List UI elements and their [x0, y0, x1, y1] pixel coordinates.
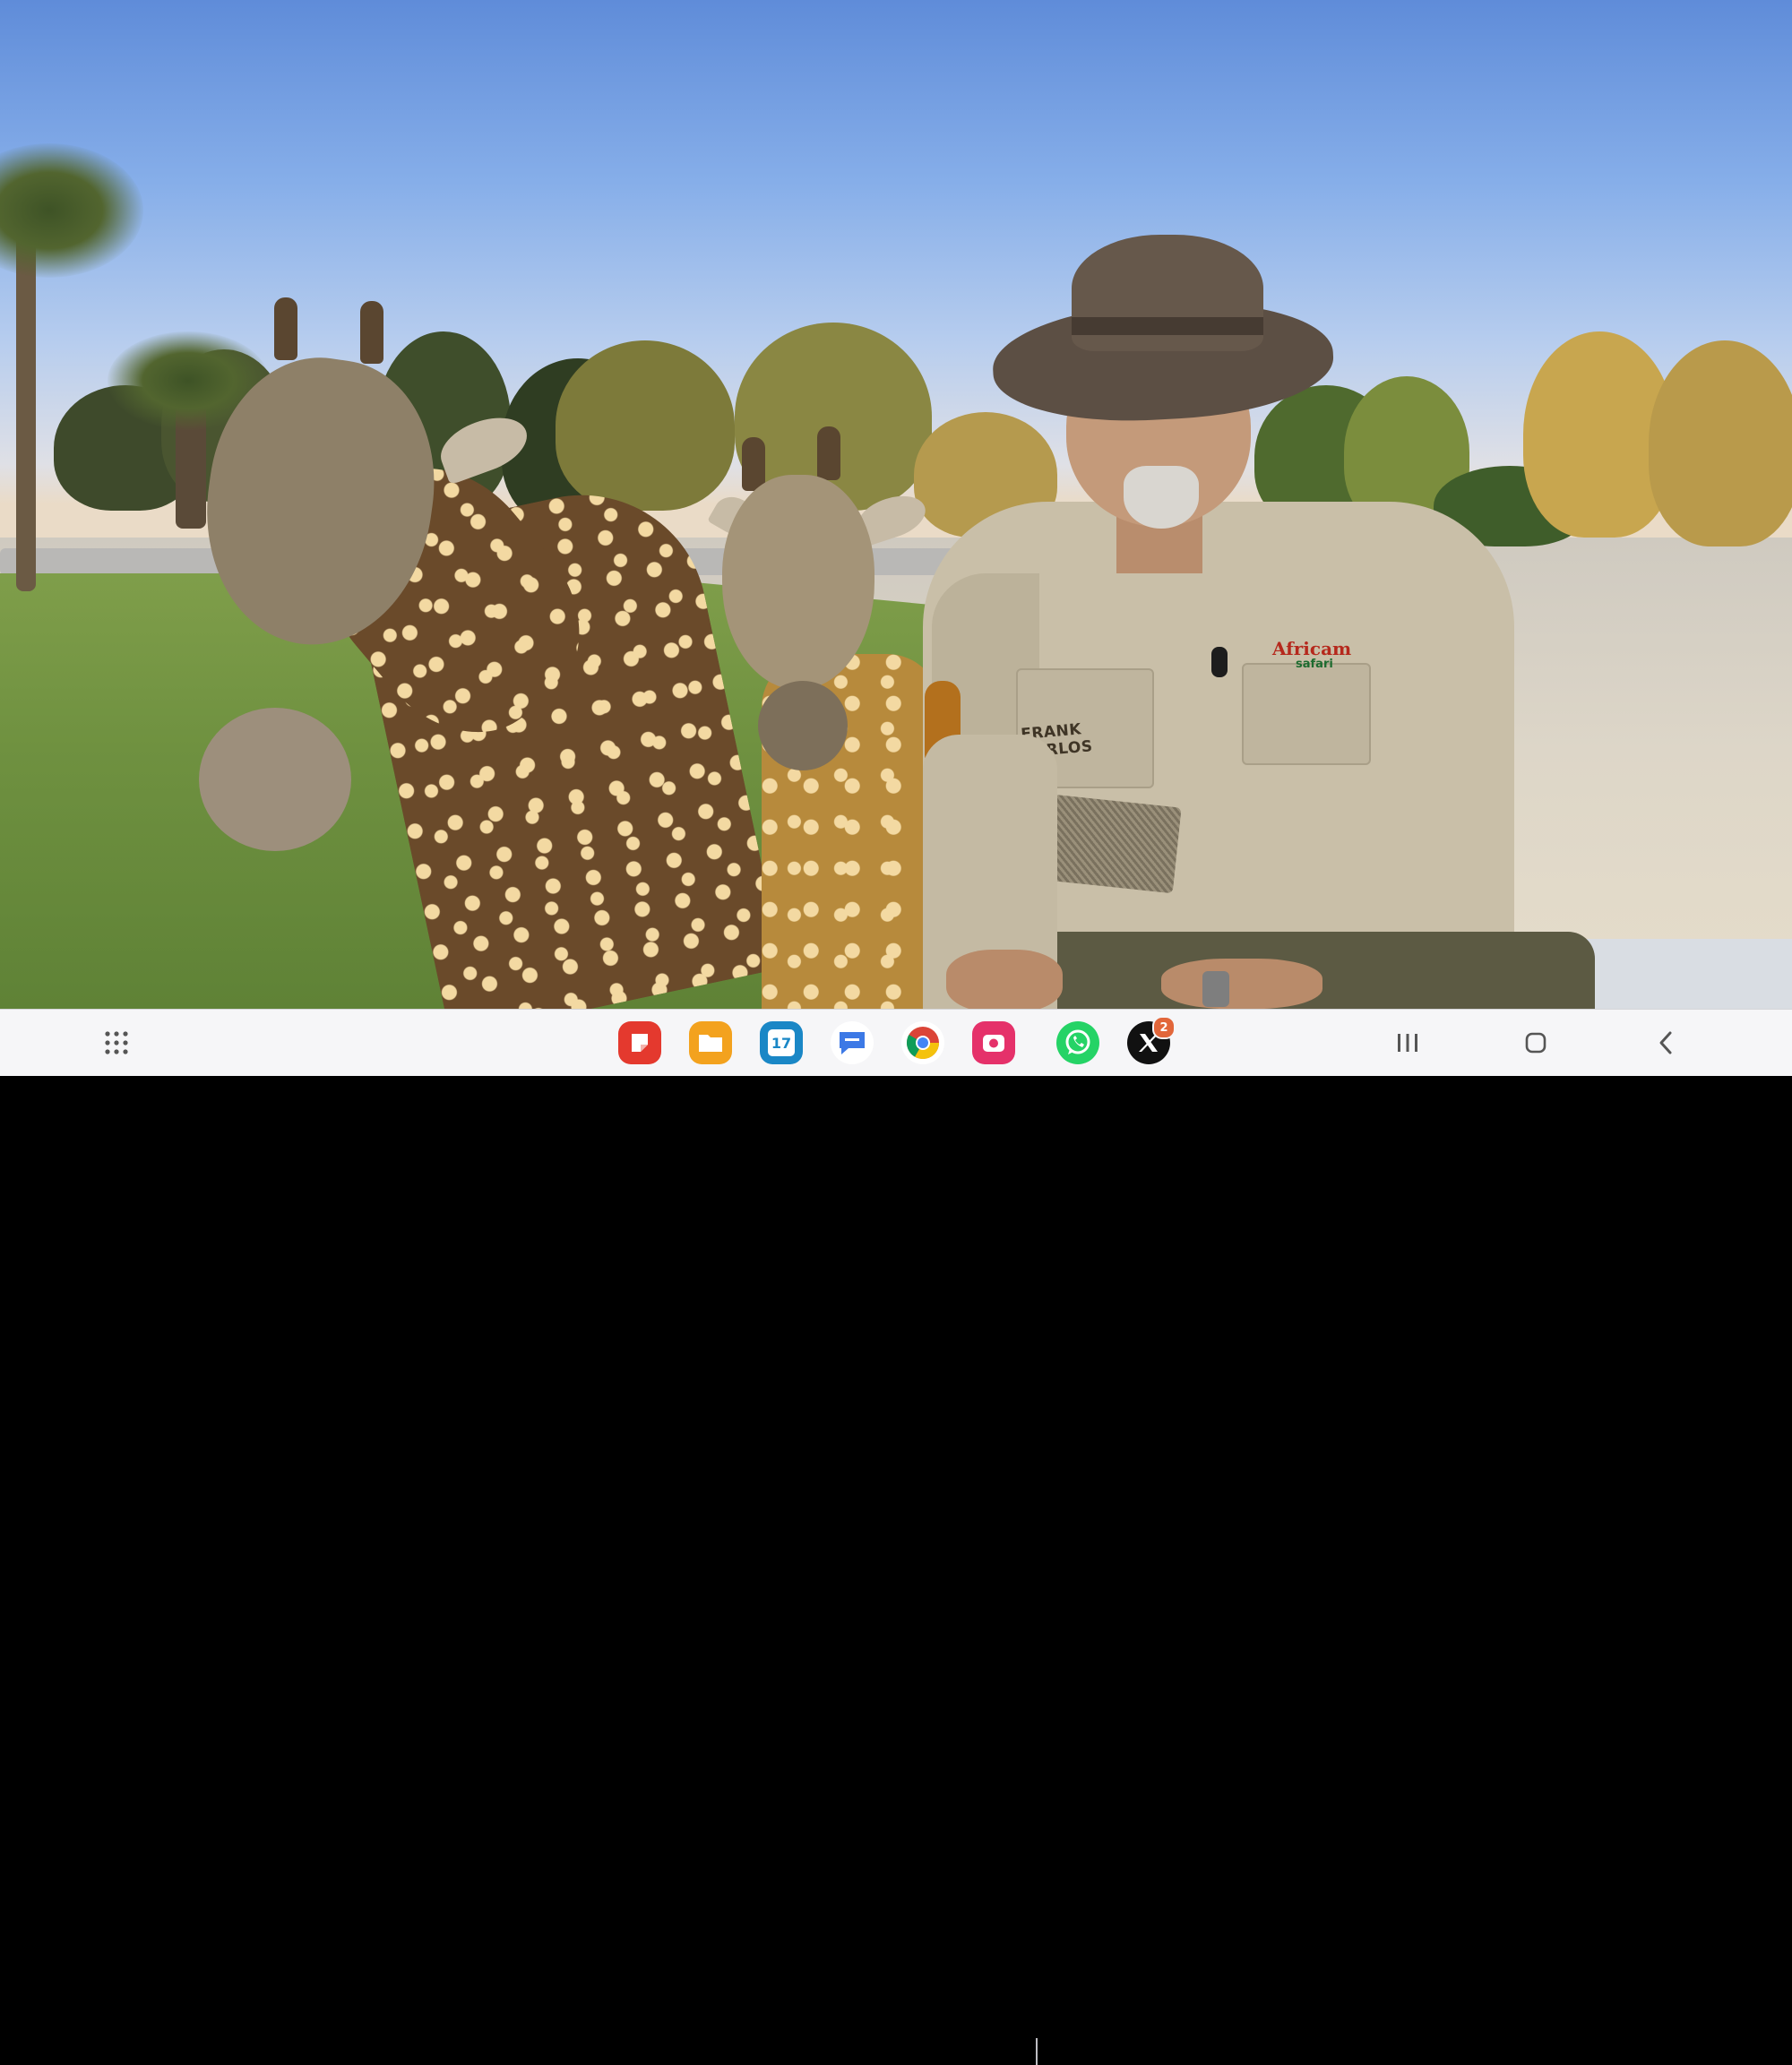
notes-app-button[interactable]	[617, 1020, 662, 1065]
palm-tree-trunk	[16, 233, 36, 591]
x-icon: 2	[1127, 1016, 1176, 1064]
files-app-button[interactable]	[688, 1020, 733, 1065]
right-hand	[1161, 959, 1322, 1009]
whatsapp-icon	[1056, 1021, 1099, 1064]
home-icon	[1525, 1032, 1546, 1054]
wrist-watch	[1202, 971, 1229, 1007]
calendar-date: 17	[768, 1029, 795, 1056]
taskbar-divider	[1036, 2038, 1038, 2065]
lapel-mic	[1211, 647, 1228, 677]
giraffe-horn	[274, 297, 297, 360]
back-button[interactable]	[1639, 1020, 1693, 1065]
shirt-mesh	[1044, 794, 1182, 894]
apps-grid-icon[interactable]	[94, 1020, 139, 1065]
chrome-icon	[901, 1021, 944, 1064]
giraffe-muzzle	[758, 681, 848, 770]
left-hand	[946, 950, 1063, 1009]
beard	[1124, 466, 1199, 529]
camera-icon	[972, 1021, 1015, 1064]
taskbar: 17 2	[0, 1009, 1792, 2065]
shirt-logo-sub: safari	[1296, 658, 1333, 671]
giraffe-horn	[817, 426, 840, 480]
messages-app-button[interactable]	[830, 1020, 874, 1065]
home-button[interactable]	[1509, 1020, 1563, 1065]
giraffe-horn	[360, 301, 383, 364]
giraffe-muzzle	[199, 708, 351, 851]
hat-band	[1072, 317, 1263, 335]
video-player[interactable]: FRANK CARLOS Africam safari	[0, 0, 1792, 1009]
palm-tree-crown	[0, 143, 143, 278]
shirt-pocket	[1242, 663, 1371, 765]
chrome-app-button[interactable]	[900, 1020, 945, 1065]
recents-icon	[1398, 1034, 1417, 1052]
messages-icon	[831, 1021, 874, 1064]
back-icon	[1659, 1031, 1672, 1054]
notes-icon	[618, 1021, 661, 1064]
giraffe-head	[722, 475, 874, 690]
giraffe-horn	[742, 437, 765, 491]
shirt-logo: Africam	[1272, 638, 1352, 659]
notification-badge: 2	[1152, 1016, 1176, 1039]
calendar-app-button[interactable]: 17	[759, 1020, 804, 1065]
x-app-button[interactable]: 2	[1126, 1016, 1176, 1065]
camera-app-button[interactable]	[971, 1020, 1016, 1065]
whatsapp-app-button[interactable]	[1055, 1020, 1100, 1065]
calendar-icon: 17	[760, 1021, 803, 1064]
folder-icon	[689, 1021, 732, 1064]
recents-button[interactable]	[1381, 1020, 1434, 1065]
